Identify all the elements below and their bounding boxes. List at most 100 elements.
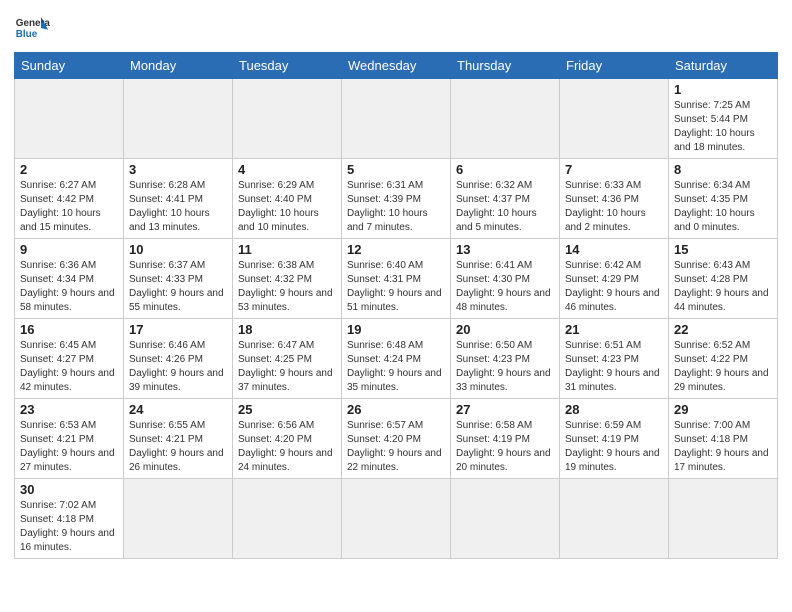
day-info: Sunrise: 6:59 AM Sunset: 4:19 PM Dayligh… xyxy=(565,419,663,475)
calendar-cell: 29 Sunrise: 7:00 AM Sunset: 4:18 PM Dayli… xyxy=(669,399,778,479)
calendar-cell: 11Sunrise: 6:38 AM Sunset: 4:32 PM Dayli… xyxy=(233,239,342,319)
calendar-cell: 7 Sunrise: 6:33 AM Sunset: 4:36 PM Daylig… xyxy=(560,159,669,239)
day-number: 5 xyxy=(347,162,445,177)
calendar-cell: 18 Sunrise: 6:47 AM Sunset: 4:25 PM Dayli… xyxy=(233,319,342,399)
day-number: 23 xyxy=(20,402,118,417)
calendar-cell xyxy=(451,79,560,159)
day-info: Sunrise: 6:28 AM Sunset: 4:41 PM Dayligh… xyxy=(129,179,227,235)
header-wednesday: Wednesday xyxy=(342,53,451,79)
calendar-cell xyxy=(233,79,342,159)
weekday-header-row: Sunday Monday Tuesday Wednesday Thursday… xyxy=(15,53,778,79)
page: General Blue Sunday Monday Tuesday Wedne… xyxy=(0,0,792,569)
day-info: Sunrise: 6:29 AM Sunset: 4:40 PM Dayligh… xyxy=(238,179,336,235)
calendar-cell: 9 Sunrise: 6:36 AM Sunset: 4:34 PM Daylig… xyxy=(15,239,124,319)
day-info: Sunrise: 6:58 AM Sunset: 4:19 PM Dayligh… xyxy=(456,419,554,475)
calendar-cell xyxy=(342,79,451,159)
day-number: 8 xyxy=(674,162,772,177)
day-info: Sunrise: 6:33 AM Sunset: 4:36 PM Dayligh… xyxy=(565,179,663,235)
calendar-cell xyxy=(560,479,669,559)
day-number: 9 xyxy=(20,242,118,257)
day-info: Sunrise: 7:00 AM Sunset: 4:18 PM Dayligh… xyxy=(674,419,772,475)
calendar-cell: 6Sunrise: 6:32 AM Sunset: 4:37 PM Daylig… xyxy=(451,159,560,239)
day-info: Sunrise: 6:47 AM Sunset: 4:25 PM Dayligh… xyxy=(238,339,336,395)
day-info: Sunrise: 6:55 AM Sunset: 4:21 PM Dayligh… xyxy=(129,419,227,475)
day-info: Sunrise: 6:41 AM Sunset: 4:30 PM Dayligh… xyxy=(456,259,554,315)
day-number: 12 xyxy=(347,242,445,257)
header: General Blue xyxy=(14,10,778,46)
day-number: 16 xyxy=(20,322,118,337)
calendar-cell: 26 Sunrise: 6:57 AM Sunset: 4:20 PM Dayli… xyxy=(342,399,451,479)
calendar-cell xyxy=(342,479,451,559)
calendar: Sunday Monday Tuesday Wednesday Thursday… xyxy=(14,52,778,559)
day-number: 4 xyxy=(238,162,336,177)
svg-text:Blue: Blue xyxy=(16,29,38,40)
day-info: Sunrise: 6:42 AM Sunset: 4:29 PM Dayligh… xyxy=(565,259,663,315)
calendar-cell: 2Sunrise: 6:27 AM Sunset: 4:42 PM Daylig… xyxy=(15,159,124,239)
logo: General Blue xyxy=(14,10,50,46)
day-number: 7 xyxy=(565,162,663,177)
day-info: Sunrise: 7:25 AM Sunset: 5:44 PM Dayligh… xyxy=(674,99,772,155)
calendar-cell xyxy=(233,479,342,559)
day-info: Sunrise: 6:56 AM Sunset: 4:20 PM Dayligh… xyxy=(238,419,336,475)
calendar-cell: 12 Sunrise: 6:40 AM Sunset: 4:31 PM Dayli… xyxy=(342,239,451,319)
calendar-cell xyxy=(124,79,233,159)
day-info: Sunrise: 6:45 AM Sunset: 4:27 PM Dayligh… xyxy=(20,339,118,395)
calendar-cell: 20Sunrise: 6:50 AM Sunset: 4:23 PM Dayli… xyxy=(451,319,560,399)
day-info: Sunrise: 6:31 AM Sunset: 4:39 PM Dayligh… xyxy=(347,179,445,235)
day-number: 14 xyxy=(565,242,663,257)
day-number: 22 xyxy=(674,322,772,337)
calendar-cell xyxy=(124,479,233,559)
day-number: 3 xyxy=(129,162,227,177)
calendar-cell: 19 Sunrise: 6:48 AM Sunset: 4:24 PM Dayli… xyxy=(342,319,451,399)
calendar-cell: 22Sunrise: 6:52 AM Sunset: 4:22 PM Dayli… xyxy=(669,319,778,399)
day-number: 19 xyxy=(347,322,445,337)
calendar-cell: 28Sunrise: 6:59 AM Sunset: 4:19 PM Dayli… xyxy=(560,399,669,479)
day-number: 13 xyxy=(456,242,554,257)
calendar-cell xyxy=(15,79,124,159)
calendar-cell: 8 Sunrise: 6:34 AM Sunset: 4:35 PM Daylig… xyxy=(669,159,778,239)
day-number: 29 xyxy=(674,402,772,417)
day-info: Sunrise: 6:34 AM Sunset: 4:35 PM Dayligh… xyxy=(674,179,772,235)
calendar-cell: 1 Sunrise: 7:25 AM Sunset: 5:44 PM Daylig… xyxy=(669,79,778,159)
day-info: Sunrise: 6:43 AM Sunset: 4:28 PM Dayligh… xyxy=(674,259,772,315)
calendar-cell: 23 Sunrise: 6:53 AM Sunset: 4:21 PM Dayli… xyxy=(15,399,124,479)
header-friday: Friday xyxy=(560,53,669,79)
day-info: Sunrise: 6:40 AM Sunset: 4:31 PM Dayligh… xyxy=(347,259,445,315)
header-tuesday: Tuesday xyxy=(233,53,342,79)
day-number: 25 xyxy=(238,402,336,417)
day-info: Sunrise: 6:37 AM Sunset: 4:33 PM Dayligh… xyxy=(129,259,227,315)
day-number: 2 xyxy=(20,162,118,177)
day-number: 27 xyxy=(456,402,554,417)
day-info: Sunrise: 6:51 AM Sunset: 4:23 PM Dayligh… xyxy=(565,339,663,395)
day-number: 26 xyxy=(347,402,445,417)
day-number: 30 xyxy=(20,482,118,497)
day-number: 10 xyxy=(129,242,227,257)
day-info: Sunrise: 6:32 AM Sunset: 4:37 PM Dayligh… xyxy=(456,179,554,235)
header-thursday: Thursday xyxy=(451,53,560,79)
calendar-cell: 16 Sunrise: 6:45 AM Sunset: 4:27 PM Dayli… xyxy=(15,319,124,399)
day-info: Sunrise: 6:57 AM Sunset: 4:20 PM Dayligh… xyxy=(347,419,445,475)
day-number: 18 xyxy=(238,322,336,337)
day-info: Sunrise: 7:02 AM Sunset: 4:18 PM Dayligh… xyxy=(20,499,118,555)
day-number: 24 xyxy=(129,402,227,417)
day-info: Sunrise: 6:46 AM Sunset: 4:26 PM Dayligh… xyxy=(129,339,227,395)
day-number: 17 xyxy=(129,322,227,337)
calendar-cell xyxy=(669,479,778,559)
calendar-cell: 30 Sunrise: 7:02 AM Sunset: 4:18 PM Dayli… xyxy=(15,479,124,559)
calendar-cell: 27 Sunrise: 6:58 AM Sunset: 4:19 PM Dayli… xyxy=(451,399,560,479)
day-info: Sunrise: 6:53 AM Sunset: 4:21 PM Dayligh… xyxy=(20,419,118,475)
day-number: 21 xyxy=(565,322,663,337)
day-info: Sunrise: 6:48 AM Sunset: 4:24 PM Dayligh… xyxy=(347,339,445,395)
day-info: Sunrise: 6:50 AM Sunset: 4:23 PM Dayligh… xyxy=(456,339,554,395)
calendar-cell: 5 Sunrise: 6:31 AM Sunset: 4:39 PM Daylig… xyxy=(342,159,451,239)
calendar-cell: 13 Sunrise: 6:41 AM Sunset: 4:30 PM Dayli… xyxy=(451,239,560,319)
calendar-cell: 14 Sunrise: 6:42 AM Sunset: 4:29 PM Dayli… xyxy=(560,239,669,319)
header-monday: Monday xyxy=(124,53,233,79)
calendar-cell: 15Sunrise: 6:43 AM Sunset: 4:28 PM Dayli… xyxy=(669,239,778,319)
calendar-cell xyxy=(560,79,669,159)
day-number: 1 xyxy=(674,82,772,97)
day-info: Sunrise: 6:36 AM Sunset: 4:34 PM Dayligh… xyxy=(20,259,118,315)
generalblue-logo-icon: General Blue xyxy=(14,10,50,46)
calendar-cell: 21 Sunrise: 6:51 AM Sunset: 4:23 PM Dayli… xyxy=(560,319,669,399)
calendar-cell xyxy=(451,479,560,559)
